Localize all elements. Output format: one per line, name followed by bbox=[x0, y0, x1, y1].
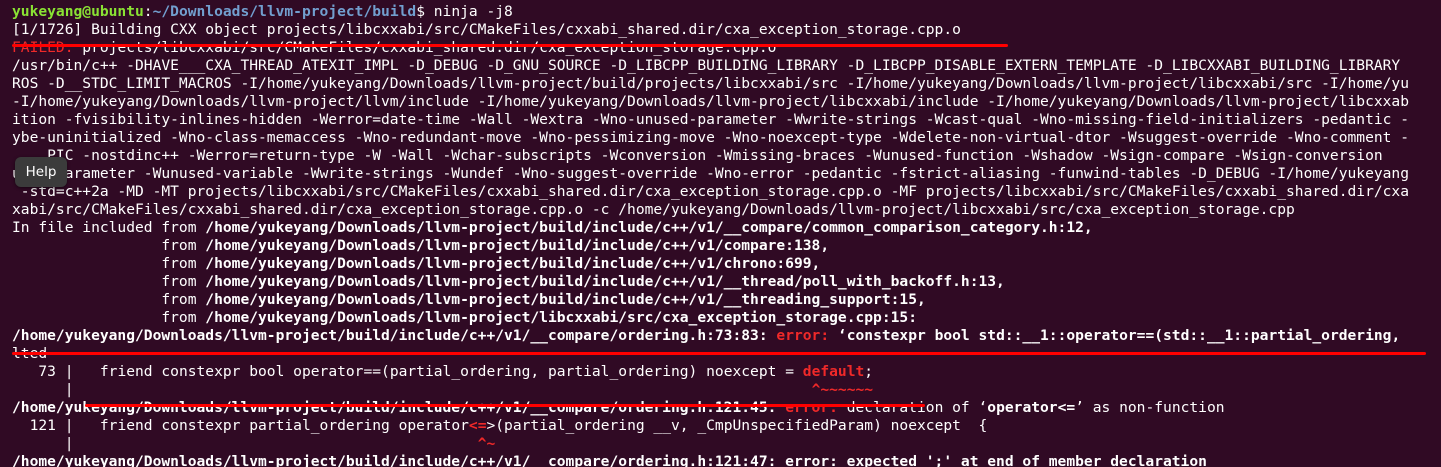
include-prefix: from bbox=[12, 237, 206, 254]
include-line: from /home/yukeyang/Downloads/llvm-proje… bbox=[12, 237, 1441, 255]
include-line: from /home/yukeyang/Downloads/llvm-proje… bbox=[12, 309, 1441, 327]
include-path: /home/yukeyang/Downloads/llvm-project/bu… bbox=[205, 237, 830, 254]
include-prefix: from bbox=[12, 255, 206, 272]
compile-command-line: PIC -nostdinc++ -Werror=return-type -W -… bbox=[12, 147, 1383, 164]
compile-command-line: ROS -D__STDC_LIMIT_MACROS -I/home/yukeya… bbox=[12, 75, 1410, 92]
caret-line: | ^~~~~~~ bbox=[12, 381, 1441, 399]
compile-command-line: -I/home/yukeyang/Downloads/llvm-project/… bbox=[12, 93, 1410, 110]
code-text: friend constexpr partial_ordering operat… bbox=[99, 417, 469, 434]
code-gutter: 121 | bbox=[12, 417, 100, 434]
caret-padding bbox=[100, 381, 812, 398]
caret-marker: ^~ bbox=[477, 435, 496, 452]
prompt-dollar: $ bbox=[416, 3, 434, 20]
failed-line: FAILED: projects/libcxxabi/src/CMakeFile… bbox=[12, 39, 1441, 57]
error-label: error: bbox=[767, 327, 830, 344]
cut-off-line: /home/yukeyang/Downloads/llvm-project/bu… bbox=[12, 453, 1207, 467]
error-line: /home/yukeyang/Downloads/llvm-project/bu… bbox=[12, 327, 1441, 345]
error-message: ’ as non-function bbox=[1075, 399, 1225, 416]
include-prefix: from bbox=[12, 291, 206, 308]
code-highlight: default bbox=[802, 363, 865, 380]
include-path: /home/yukeyang/Downloads/llvm-project/li… bbox=[205, 309, 917, 326]
include-path: /home/yukeyang/Downloads/llvm-project/bu… bbox=[205, 273, 1005, 290]
error-line: /home/yukeyang/Downloads/llvm-project/bu… bbox=[12, 399, 1441, 417]
build-status-line: [1/1726] Building CXX object projects/li… bbox=[12, 21, 961, 38]
code-gutter: | bbox=[12, 435, 100, 452]
include-line: from /home/yukeyang/Downloads/llvm-proje… bbox=[12, 273, 1441, 291]
code-text: ; bbox=[864, 363, 874, 380]
caret-line: | ^~ bbox=[12, 435, 1441, 453]
prompt-user: yukeyang@ubuntu bbox=[12, 3, 144, 20]
failed-label: FAILED: bbox=[12, 39, 74, 56]
include-path: /home/yukeyang/Downloads/llvm-project/bu… bbox=[205, 219, 1093, 236]
terminal-output: yukeyang@ubuntu:~/Downloads/llvm-project… bbox=[12, 3, 1441, 467]
include-path: /home/yukeyang/Downloads/llvm-project/bu… bbox=[205, 255, 821, 272]
include-line: from /home/yukeyang/Downloads/llvm-proje… bbox=[12, 255, 1441, 273]
compile-command-line: xabi/src/CMakeFiles/cxxabi_shared.dir/cx… bbox=[12, 201, 1295, 218]
prompt-separator: : bbox=[143, 3, 153, 20]
error-message: declaration of ‘ bbox=[837, 399, 988, 416]
include-path: /home/yukeyang/Downloads/llvm-project/bu… bbox=[205, 291, 926, 308]
code-gutter: | bbox=[12, 381, 100, 398]
include-prefix: In file included from bbox=[12, 219, 206, 236]
compile-command-line: /usr/bin/c++ -DHAVE___CXA_THREAD_ATEXIT_… bbox=[12, 57, 1401, 74]
terminal-window[interactable]: yukeyang@ubuntu:~/Downloads/llvm-project… bbox=[0, 0, 1441, 467]
caret-marker: ^~~~~~~ bbox=[811, 381, 874, 398]
error-location: /home/yukeyang/Downloads/llvm-project/bu… bbox=[12, 399, 777, 416]
prompt-path: ~/Downloads/llvm-project/build bbox=[152, 3, 417, 20]
command-text: ninja -j8 bbox=[433, 3, 513, 20]
code-gutter: 73 | bbox=[12, 363, 100, 380]
prompt-line: yukeyang@ubuntu:~/Downloads/llvm-project… bbox=[12, 3, 1441, 21]
help-tooltip: Help bbox=[15, 157, 67, 187]
annotation-underline-build bbox=[12, 44, 1008, 47]
failed-target: projects/libcxxabi/src/CMakeFiles/cxxabi… bbox=[73, 39, 777, 56]
code-line: 121 | friend constexpr partial_ordering … bbox=[12, 417, 1441, 435]
include-prefix: from bbox=[12, 309, 206, 326]
error-message-symbol: operator<= bbox=[987, 399, 1076, 416]
annotation-underline-error1 bbox=[12, 352, 1426, 355]
error-label: error: bbox=[776, 399, 838, 416]
code-text: >(partial_ordering __v, _CmpUnspecifiedP… bbox=[486, 417, 988, 434]
annotation-underline-code1 bbox=[85, 404, 925, 407]
caret-padding bbox=[100, 435, 478, 452]
code-highlight: <= bbox=[468, 417, 487, 434]
include-prefix: from bbox=[12, 273, 206, 290]
error-message: ‘constexpr bool std::__1::operator==(std… bbox=[829, 327, 1401, 344]
code-text: friend constexpr bool operator==(partial… bbox=[99, 363, 803, 380]
code-line: 73 | friend constexpr bool operator==(pa… bbox=[12, 363, 1441, 381]
compile-command-line: ybe-uninitialized -Wno-class-memaccess -… bbox=[12, 129, 1410, 146]
compile-command-line: ition -fvisibility-inlines-hidden -Werro… bbox=[12, 111, 1410, 128]
error-location: /home/yukeyang/Downloads/llvm-project/bu… bbox=[12, 327, 768, 344]
include-line: from /home/yukeyang/Downloads/llvm-proje… bbox=[12, 291, 1441, 309]
include-line: In file included from /home/yukeyang/Dow… bbox=[12, 219, 1441, 237]
compile-command-line: -std=c++2a -MD -MT projects/libcxxabi/sr… bbox=[12, 183, 1410, 200]
compile-command-line: used-parameter -Wunused-variable -Wwrite… bbox=[12, 165, 1410, 182]
